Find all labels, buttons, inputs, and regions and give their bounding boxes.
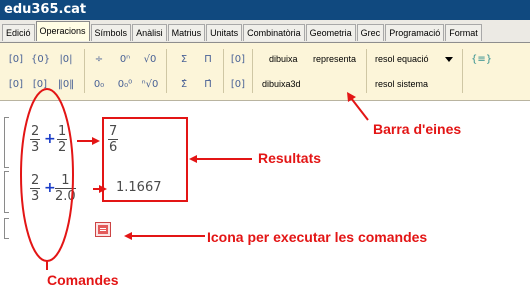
arrow-icon bbox=[347, 92, 356, 102]
toolbar-annotation: Barra d'eines bbox=[373, 121, 462, 137]
arrow-icon bbox=[92, 137, 100, 145]
results-annotation: Resultats bbox=[258, 150, 322, 166]
results-rectangle bbox=[102, 117, 188, 202]
execute-icon-annotation: Icona per executar les comandes bbox=[207, 229, 428, 245]
annotation-overlay bbox=[20, 88, 369, 270]
arrow-icon bbox=[124, 232, 132, 240]
commands-ellipse bbox=[20, 88, 74, 262]
arrow-icon bbox=[189, 155, 197, 163]
commands-annotation: Comandes bbox=[47, 272, 119, 288]
